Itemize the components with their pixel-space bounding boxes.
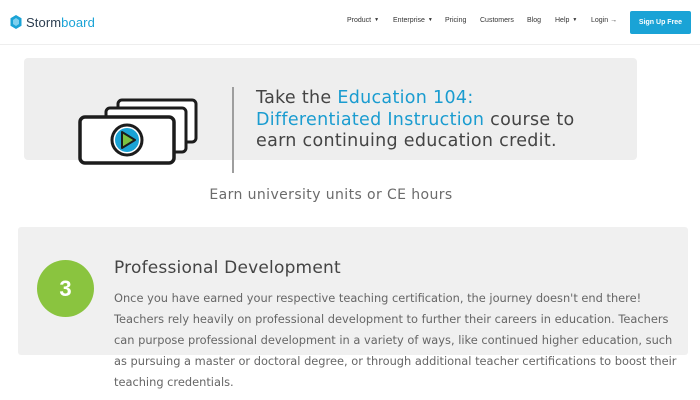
step-title: Professional Development [114,258,341,278]
caret-down-icon: ▼ [374,17,380,23]
stormboard-logo[interactable]: Stormboard [9,13,95,31]
course-promo-card[interactable]: Take the Education 104: Differentiated I… [24,58,637,173]
nav-pricing[interactable]: Pricing [445,17,466,24]
nav-login[interactable]: Login → [591,17,617,24]
step-number-badge: 3 [37,260,94,317]
nav-customers[interactable]: Customers [480,17,514,24]
caret-down-icon: ▼ [572,17,578,23]
nav-blog[interactable]: Blog [527,17,541,24]
video-play-icon [78,98,203,170]
sign-up-button[interactable]: Sign Up Free [630,11,691,34]
earn-credits-text: Earn university units or CE hours [209,187,453,203]
site-header: Stormboard Product ▼ Enterprise ▼ Pricing … [0,0,700,45]
nav-product[interactable]: Product ▼ [347,17,379,24]
logo-text: Stormboard [26,14,95,30]
nav-enterprise[interactable]: Enterprise ▼ [393,17,433,24]
promo-divider [232,87,234,173]
stormboard-logo-icon [10,15,22,29]
promo-text: Take the Education 104: Differentiated I… [256,88,575,151]
step-description: Once you have earned your respective tea… [114,291,677,389]
caret-down-icon: ▼ [427,17,433,23]
nav-help[interactable]: Help ▼ [555,17,577,24]
